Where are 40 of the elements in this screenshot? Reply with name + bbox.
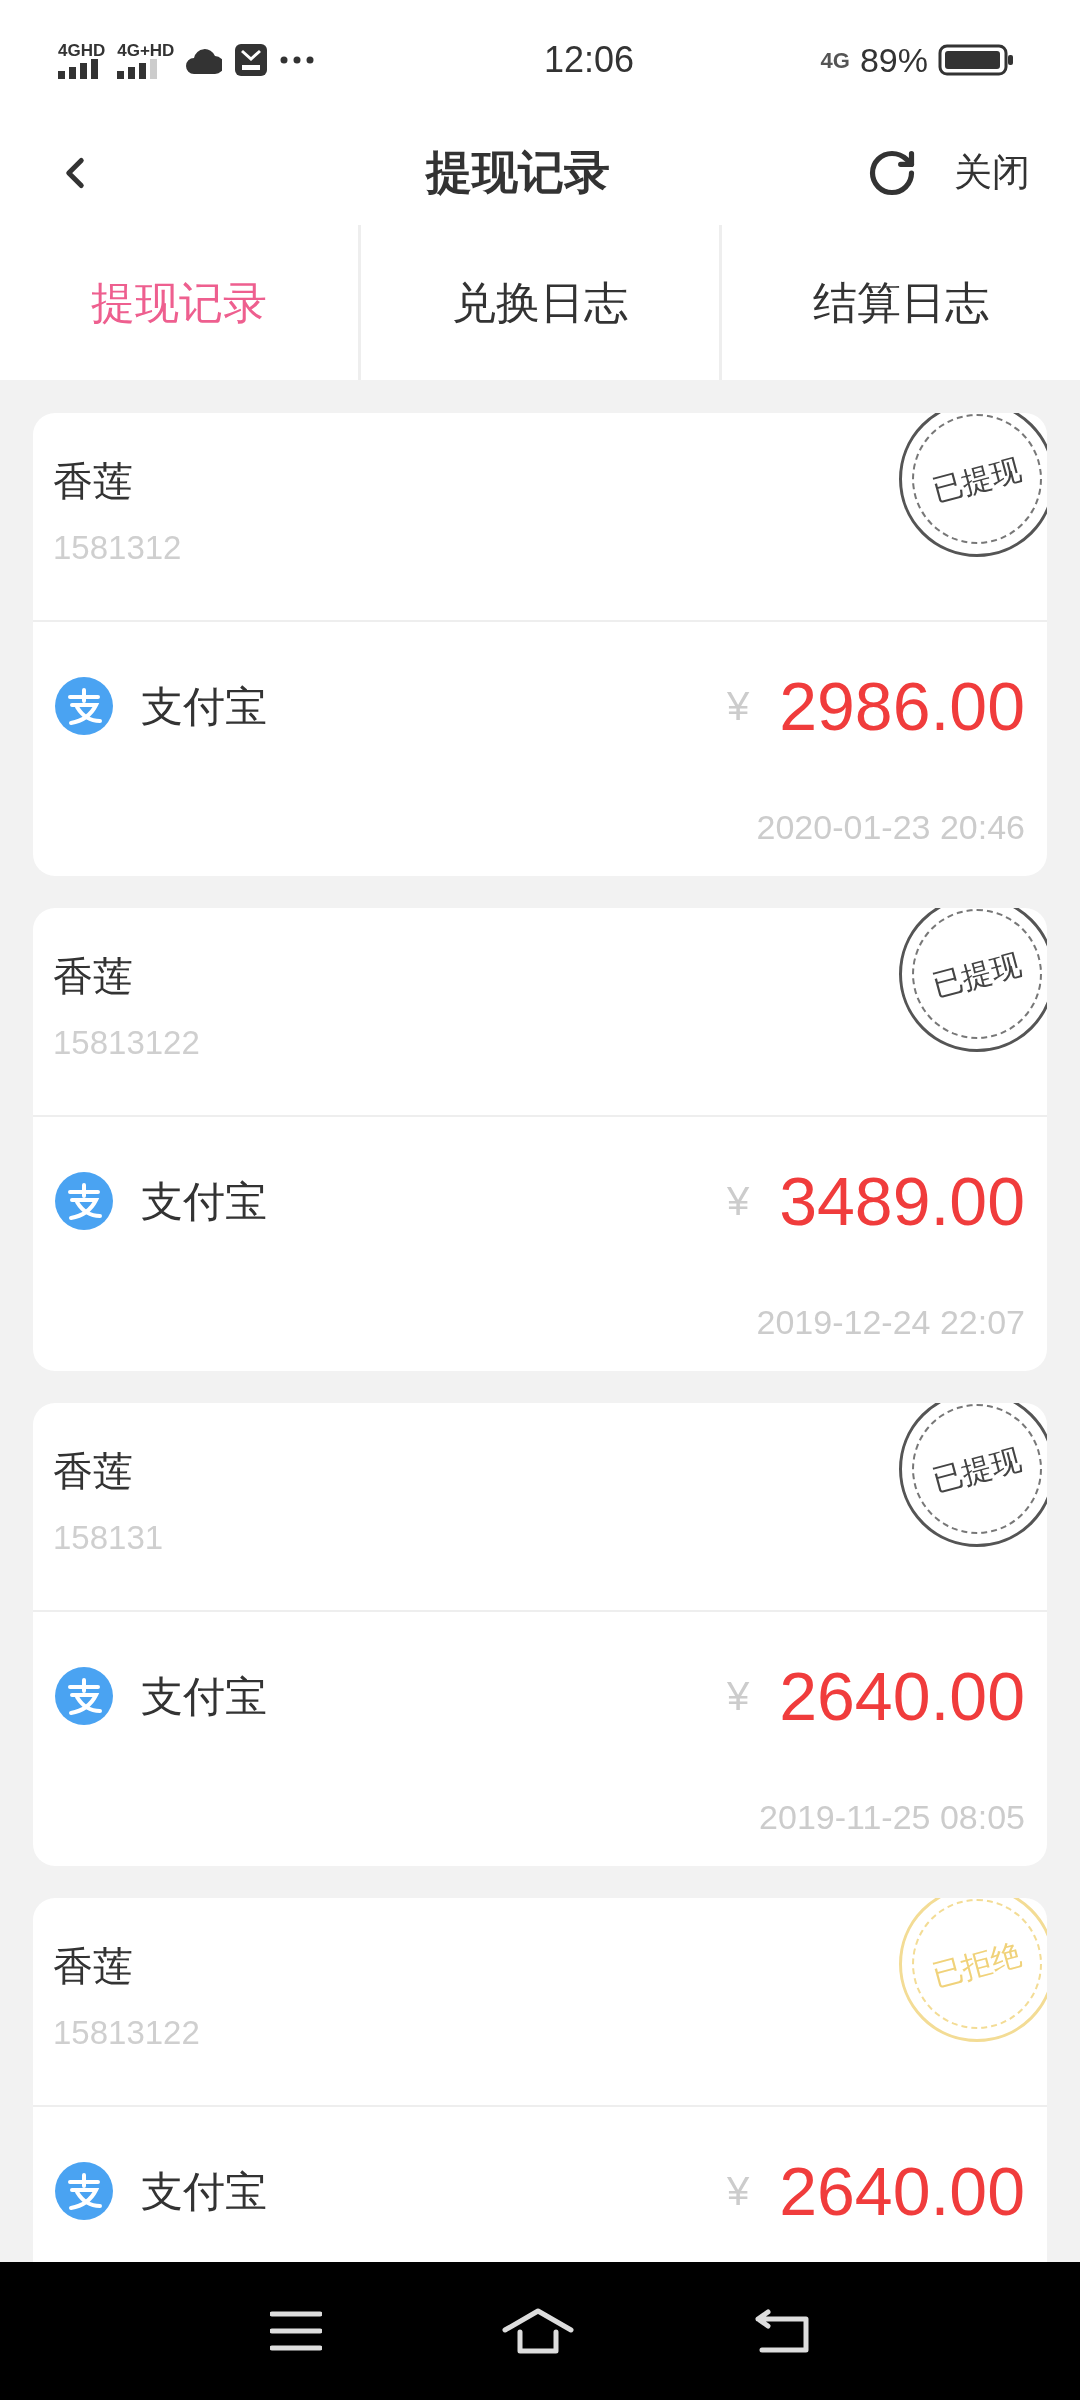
- currency-symbol: ¥: [726, 1673, 750, 1720]
- battery-percent: 89%: [859, 39, 928, 81]
- amount: 2640.00: [779, 1662, 1025, 1730]
- currency-symbol: ¥: [726, 2168, 750, 2215]
- page-title: 提现记录: [426, 145, 610, 200]
- tab[interactable]: 结算日志: [722, 225, 1080, 380]
- network-label: 4G: [820, 46, 850, 75]
- payment-logo-icon: [55, 2162, 113, 2220]
- status-stamp: 已提现: [899, 1403, 1047, 1547]
- payment-logo-icon: [55, 1667, 113, 1725]
- status-stamp: 已提现: [899, 413, 1047, 557]
- app-notification-icon: [234, 43, 269, 77]
- tab[interactable]: 兑换日志: [361, 225, 719, 380]
- currency-symbol: ¥: [726, 1178, 750, 1225]
- account-name: 香莲: [53, 461, 133, 501]
- payment-method: 支付宝: [141, 681, 267, 732]
- payment-logo-icon: [55, 1172, 113, 1230]
- home-icon[interactable]: [502, 2308, 574, 2354]
- payment-method: 支付宝: [141, 1671, 267, 1722]
- account-name: 香莲: [53, 956, 133, 996]
- amount: 2986.00: [779, 672, 1025, 740]
- payment-logo-icon: [55, 677, 113, 735]
- close-button[interactable]: 关闭: [954, 144, 1030, 201]
- amount: 2640.00: [779, 2157, 1025, 2225]
- status-stamp: 已提现: [899, 908, 1047, 1052]
- battery-icon: [938, 44, 1014, 76]
- currency-symbol: ¥: [726, 683, 750, 730]
- back-icon[interactable]: [754, 2309, 810, 2353]
- more-icon: [280, 56, 315, 64]
- payment-method: 支付宝: [141, 2166, 267, 2217]
- cloud-icon: [186, 46, 223, 74]
- menu-icon[interactable]: [270, 2311, 322, 2351]
- payment-method: 支付宝: [141, 1176, 267, 1227]
- network-label: 4G+HD: [117, 41, 175, 59]
- account-name: 香莲: [53, 1946, 133, 1986]
- status-stamp: 已拒绝: [899, 1898, 1047, 2042]
- amount: 3489.00: [779, 1167, 1025, 1235]
- clock: 12:06: [544, 38, 635, 82]
- network-label: 4GHD: [58, 41, 106, 59]
- account-name: 香莲: [53, 1451, 133, 1491]
